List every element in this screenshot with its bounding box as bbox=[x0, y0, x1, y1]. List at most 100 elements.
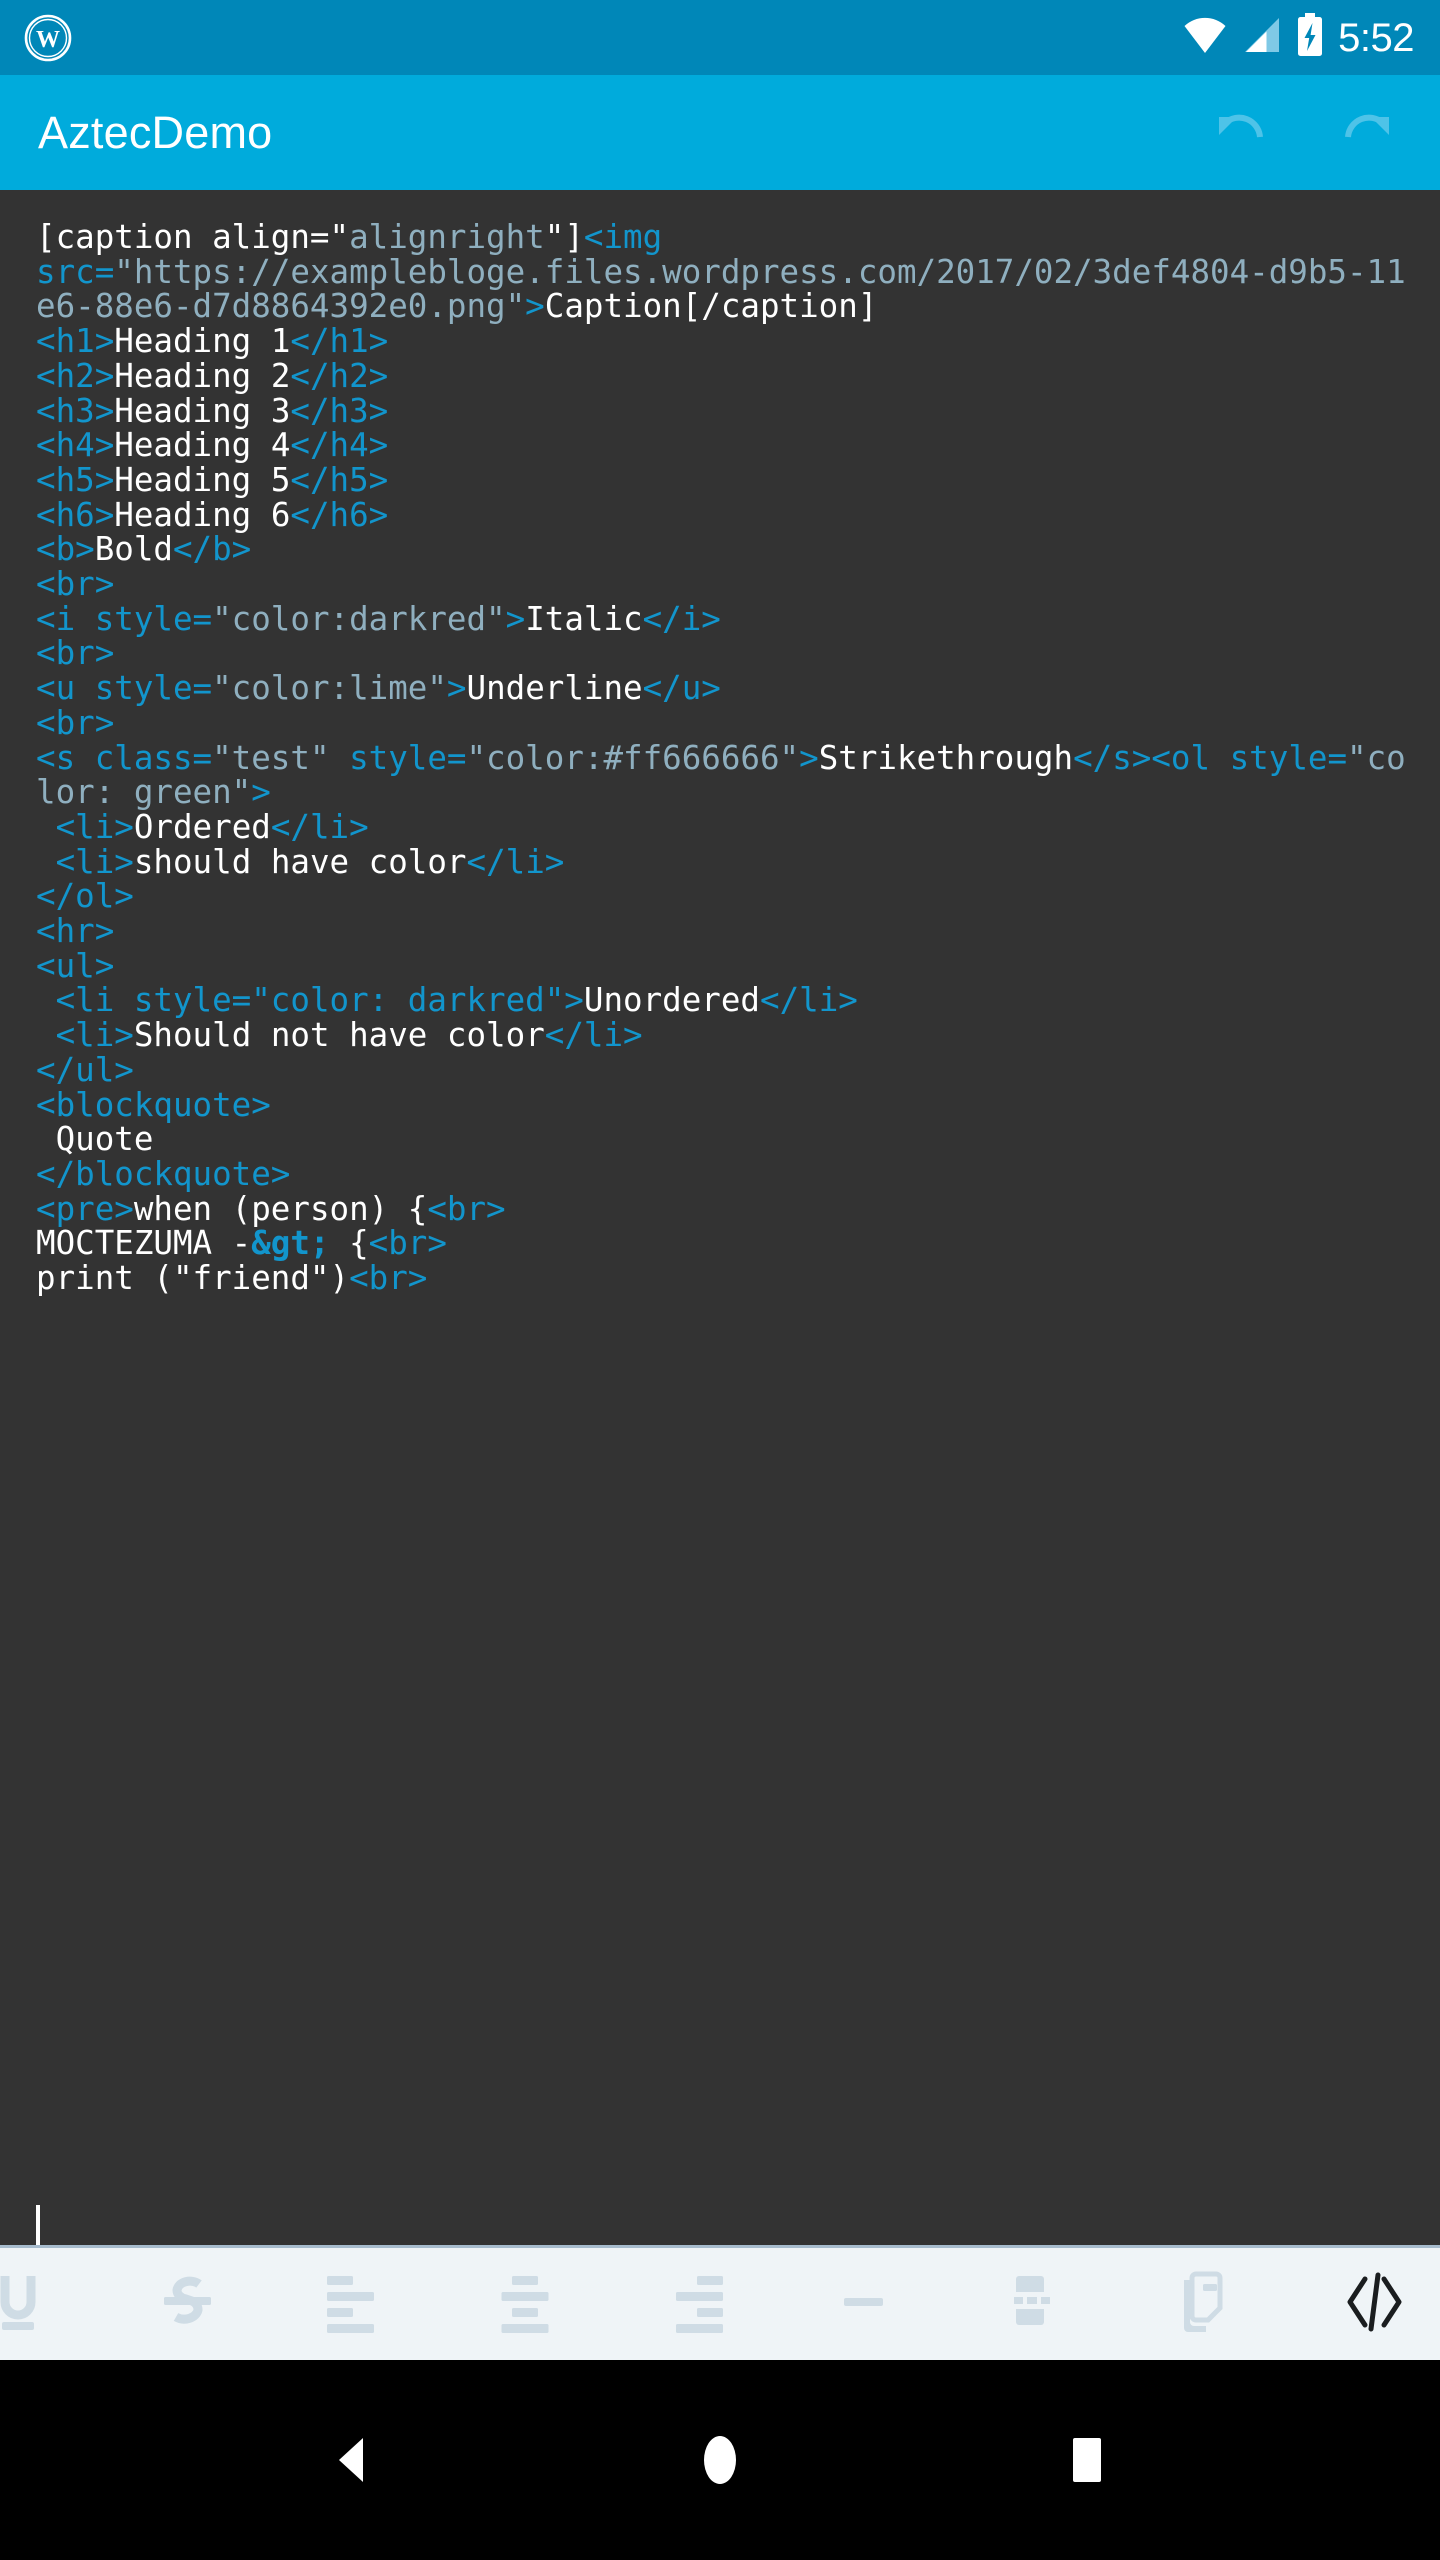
wifi-icon bbox=[1182, 15, 1228, 60]
code-token-txt: "] bbox=[544, 218, 584, 256]
code-token-tag: > bbox=[799, 738, 819, 777]
code-token-tag: </s><ol bbox=[1073, 738, 1211, 777]
underline-icon bbox=[0, 2270, 50, 2339]
code-line: <s class="test" style="color:#ff666666">… bbox=[36, 739, 1406, 812]
status-icons: 5:52 bbox=[1182, 13, 1414, 62]
code-token-tag: </li> bbox=[466, 842, 565, 881]
code-line: <br> bbox=[36, 704, 114, 742]
more-tag-button[interactable] bbox=[1150, 2253, 1253, 2356]
html-code-icon bbox=[1339, 2270, 1403, 2339]
code-line: </ul> bbox=[36, 1051, 134, 1089]
code-line: <ul> bbox=[36, 947, 114, 985]
align-center-icon bbox=[493, 2270, 557, 2339]
code-token-txt: Bold bbox=[94, 530, 173, 569]
nav-recents-button[interactable] bbox=[1027, 2400, 1147, 2520]
code-token-tag: </b> bbox=[172, 530, 252, 569]
align-left-icon bbox=[324, 2270, 388, 2339]
code-token-txt: Quote bbox=[36, 1120, 154, 1159]
code-token-tag: </h3> bbox=[290, 391, 389, 430]
align-left-button[interactable] bbox=[304, 2253, 407, 2356]
strikethrough-button[interactable] bbox=[135, 2253, 238, 2356]
code-token-txt: Strikethrough bbox=[818, 738, 1074, 777]
code-token-tag: <u style= bbox=[36, 669, 213, 708]
code-token-tag: <li> bbox=[55, 842, 134, 881]
nav-back-button[interactable] bbox=[293, 2400, 413, 2520]
code-line: Quote bbox=[36, 1120, 154, 1159]
code-line: <blockquote> bbox=[36, 1086, 271, 1124]
text-caret bbox=[36, 2205, 40, 2245]
code-token-tag: <h5> bbox=[36, 460, 115, 499]
code-token-txt: Heading 2 bbox=[114, 356, 291, 395]
redo-button[interactable] bbox=[1336, 101, 1400, 165]
html-source-editor[interactable]: [caption align="alignright"]<img src="ht… bbox=[0, 190, 1440, 2245]
html-code-button[interactable] bbox=[1319, 2253, 1422, 2356]
code-token-tag: </ul> bbox=[36, 1050, 134, 1089]
code-line: </blockquote> bbox=[36, 1155, 290, 1193]
code-line: <h3>Heading 3</h3> bbox=[36, 392, 388, 430]
code-line: MOCTEZUMA -&gt; {<br> bbox=[36, 1224, 447, 1262]
code-line: <h1>Heading 1</h1> bbox=[36, 322, 388, 360]
code-token-txt: { bbox=[329, 1224, 369, 1263]
code-token-tag: </i> bbox=[642, 599, 721, 638]
code-token-tag: </blockquote> bbox=[36, 1154, 291, 1193]
code-token-tag: <b> bbox=[36, 530, 95, 569]
code-token-tag: <br> bbox=[349, 1259, 428, 1298]
code-line: <li>should have color</li> bbox=[36, 842, 565, 881]
code-token-txt: Unordered bbox=[583, 981, 760, 1020]
code-token-txt: should have color bbox=[133, 842, 467, 881]
svg-text:W: W bbox=[36, 27, 60, 53]
align-right-icon bbox=[662, 2270, 726, 2339]
html-source-text[interactable]: [caption align="alignright"]<img src="ht… bbox=[0, 220, 1440, 1296]
code-token-tag: src= bbox=[36, 252, 115, 291]
android-screen: W 5:52 AztecDemo [caption align="alignri… bbox=[0, 0, 1440, 2560]
code-token-tag: <br> bbox=[36, 703, 115, 742]
code-token-txt: when (person) { bbox=[133, 1189, 428, 1228]
code-line: print ("friend")<br> bbox=[36, 1259, 427, 1297]
code-line: <hr> bbox=[36, 912, 114, 950]
nav-home-button[interactable] bbox=[660, 2400, 780, 2520]
code-token-attrval: "color:darkred" bbox=[212, 599, 506, 638]
code-line: <li>Should not have color</li> bbox=[36, 1016, 643, 1054]
code-line: <li>Ordered</li> bbox=[36, 808, 369, 846]
code-line: <li style="color: darkred">Unordered</li… bbox=[36, 981, 858, 1019]
more-tag-icon bbox=[1169, 2270, 1233, 2339]
cellular-signal-icon bbox=[1242, 15, 1282, 60]
code-token-tag: <ul> bbox=[36, 946, 115, 985]
strikethrough-icon bbox=[155, 2270, 219, 2339]
code-token-txt: Heading 5 bbox=[114, 460, 291, 499]
undo-button[interactable] bbox=[1208, 101, 1272, 165]
code-token-tag: <pre> bbox=[36, 1189, 134, 1228]
align-center-button[interactable] bbox=[473, 2253, 576, 2356]
code-token-attrval: "color:#ff666666" bbox=[466, 738, 800, 777]
code-token-txt: Should not have color bbox=[133, 1016, 545, 1055]
code-token-tag: </ol> bbox=[36, 877, 134, 916]
code-token-tag: </li> bbox=[760, 981, 858, 1020]
code-line: <u style="color:lime">Underline</u> bbox=[36, 669, 721, 707]
code-token-txt: print ("friend") bbox=[36, 1259, 350, 1298]
code-token-tag: style= bbox=[1210, 738, 1348, 777]
code-token-txt: [caption align= bbox=[36, 218, 330, 256]
code-line: [caption align="alignright"]<img bbox=[36, 218, 662, 256]
code-token-txt: Heading 6 bbox=[114, 495, 291, 534]
underline-button[interactable] bbox=[0, 2253, 69, 2356]
code-token-txt: Caption[/caption] bbox=[544, 287, 878, 326]
code-token-tag: <hr> bbox=[36, 912, 115, 951]
code-token-tag: <li> bbox=[55, 1016, 134, 1055]
code-token-tag: > bbox=[251, 773, 271, 812]
code-token-txt: " bbox=[329, 218, 350, 256]
code-token-tag: <i style= bbox=[36, 599, 213, 638]
page-break-button[interactable] bbox=[981, 2253, 1084, 2356]
format-toolbar bbox=[0, 2245, 1440, 2360]
align-right-button[interactable] bbox=[643, 2253, 746, 2356]
code-line: <h2>Heading 2</h2> bbox=[36, 357, 388, 395]
code-token-tag: <blockquote> bbox=[36, 1085, 271, 1124]
horizontal-rule-button[interactable] bbox=[812, 2253, 915, 2356]
code-token-tag: <br> bbox=[427, 1189, 506, 1228]
code-line: src="https://examplebloge.files.wordpres… bbox=[36, 253, 1406, 326]
code-token-txt: Italic bbox=[525, 599, 643, 638]
page-title: AztecDemo bbox=[38, 106, 273, 158]
code-token-tag: </h1> bbox=[290, 322, 389, 361]
code-line: <pre>when (person) {<br> bbox=[36, 1190, 506, 1228]
